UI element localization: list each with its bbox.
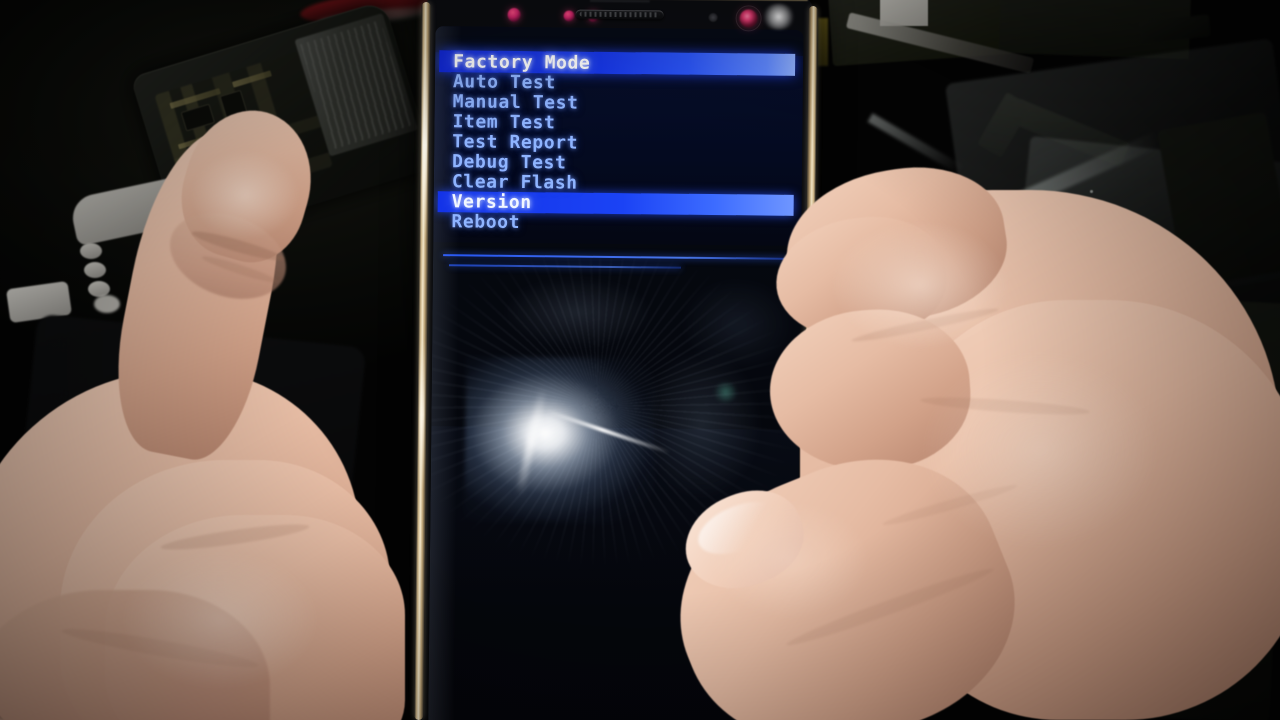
bezel-highlight [761, 3, 796, 30]
front-camera [739, 9, 758, 28]
right-hand-pressing-power-button [641, 153, 1280, 720]
skin-highlight [710, 500, 870, 620]
proximity-sensor [563, 10, 575, 22]
skin-highlight [120, 550, 320, 690]
earpiece-speaker-grille [575, 9, 664, 20]
skin-highlight [920, 350, 1160, 550]
skin-highlight [830, 220, 1010, 350]
bezel-seam [589, 0, 650, 3]
lens-flare [712, 382, 739, 403]
menu-item-label: Auto Test [452, 71, 556, 94]
menu-item-label: Test Report [452, 131, 579, 154]
menu-item-label: Clear Flash [451, 171, 578, 194]
screenshot-stage: Factory Mode Auto Test Manual Test Item … [0, 0, 1280, 720]
phone-top-bezel [435, 0, 803, 32]
yellow-strip [818, 18, 828, 66]
menu-separator [443, 254, 788, 260]
reflection [502, 276, 653, 349]
menu-header-label: Factory Mode [453, 51, 591, 74]
notification-led [507, 7, 521, 22]
secondary-sensor [708, 12, 718, 23]
menu-item-label: Manual Test [452, 91, 579, 114]
left-hand-gripping-phone [0, 95, 470, 720]
skin-highlight [190, 150, 300, 240]
speaker-mesh [579, 11, 660, 18]
flash-streak [546, 409, 671, 455]
menu-separator [448, 264, 682, 269]
camera-flash-reflection [464, 356, 657, 524]
flash-streak [515, 387, 548, 497]
